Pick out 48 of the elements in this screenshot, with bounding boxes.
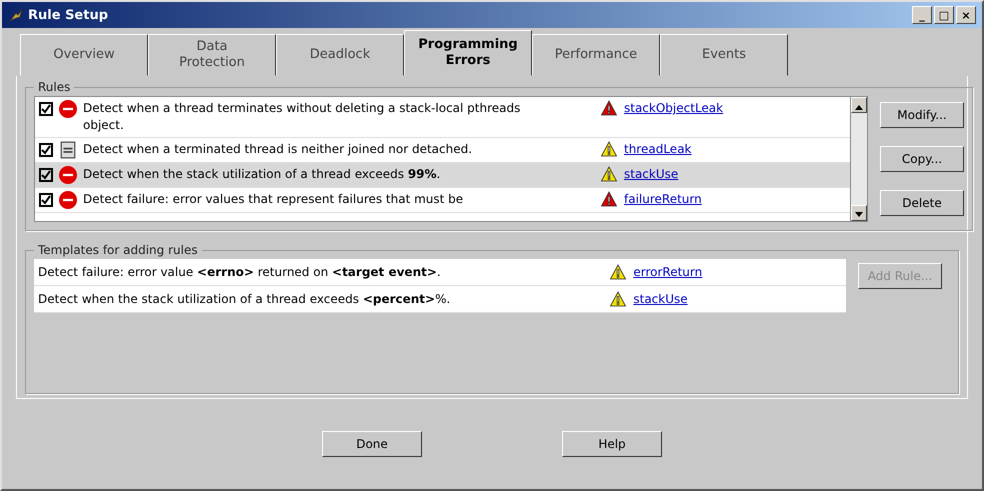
tab[interactable]: Overview: [20, 34, 148, 76]
action-button[interactable]: Copy...: [880, 146, 964, 172]
app-icon: [8, 7, 24, 23]
stop-icon: [59, 166, 77, 184]
scroll-down-button[interactable]: [851, 205, 867, 221]
rule-link[interactable]: failureReturn: [624, 192, 702, 206]
minimize-button[interactable]: _: [912, 6, 932, 24]
tab[interactable]: Programming Errors: [404, 30, 532, 76]
note-icon: [59, 141, 77, 159]
action-button[interactable]: Delete: [880, 190, 964, 216]
rule-row[interactable]: Detect failure: error values that represent failures that must be failureReturn: [35, 188, 850, 213]
rule-row[interactable]: Detect when a thread terminates without deleting a stack-local pthreads object. stackObjectLeak: [35, 97, 850, 138]
scroll-up-button[interactable]: [851, 97, 867, 113]
stop-icon: [59, 191, 77, 209]
up-arrow-icon: [855, 104, 863, 110]
checkbox[interactable]: [39, 102, 53, 116]
down-arrow-icon: [855, 212, 863, 218]
rules-list[interactable]: [34, 96, 868, 222]
tab[interactable]: Deadlock: [276, 34, 404, 76]
close-button[interactable]: ×: [956, 6, 976, 24]
action-button[interactable]: Modify...: [880, 102, 964, 128]
templates-list[interactable]: Detect failure: error value <errno> returned on <target event>. errorReturn Detect when the stack utilization of a thread exceeds <percent>%. stackUse: [34, 259, 846, 313]
tab[interactable]: Events: [660, 34, 788, 76]
maximize-button[interactable]: □: [934, 6, 954, 24]
checkbox[interactable]: [39, 193, 53, 207]
stop-icon: [59, 100, 77, 118]
rule-text: Detect when the stack utilization of a thread exceeds 99%.: [83, 166, 442, 183]
rule-row[interactable]: Detect when the stack utilization of a thread exceeds 99%. stackUse: [35, 163, 850, 188]
checkbox[interactable]: [39, 168, 53, 182]
template-text: Detect when the stack utilization of a thread exceeds <percent>%.: [38, 290, 452, 308]
dialog-button[interactable]: Help: [562, 431, 662, 457]
template-text: Detect failure: error value <errno> returned on <target event>.: [38, 264, 442, 280]
group-label: Rules: [37, 80, 72, 94]
tab[interactable]: Performance: [532, 34, 660, 76]
rule-link[interactable]: stackObjectLeak: [624, 101, 724, 115]
template-link[interactable]: stackUse: [633, 292, 688, 306]
window-title: Rule Setup: [28, 8, 108, 22]
dialog-button[interactable]: Done: [322, 431, 422, 457]
rule-link[interactable]: threadLeak: [624, 142, 692, 156]
group-label: Templates for adding rules: [37, 243, 199, 257]
rule-link[interactable]: stackUse: [624, 167, 678, 181]
rule-text: Detect failure: error values that represent failures that must be: [83, 191, 464, 208]
template-link[interactable]: errorReturn: [633, 265, 702, 279]
tab[interactable]: Data Protection: [148, 34, 276, 76]
scrollbar[interactable]: [850, 97, 867, 221]
checkbox[interactable]: [39, 143, 53, 157]
rule-text: Detect when a thread terminates without deleting a stack-local pthreads object.: [83, 100, 522, 134]
rule-text: Detect when a terminated thread is neither joined nor detached.: [83, 141, 474, 158]
